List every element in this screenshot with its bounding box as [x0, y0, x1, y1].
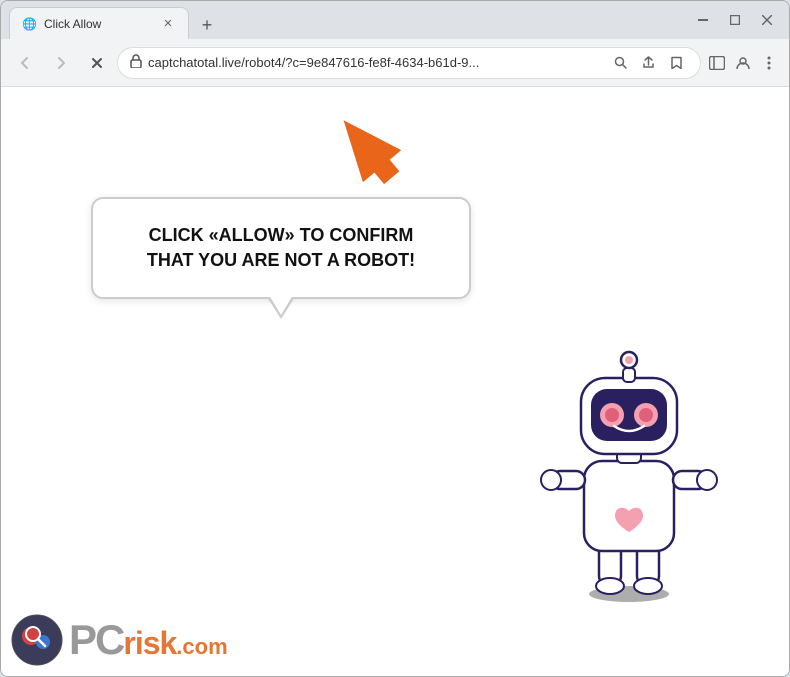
bookmark-icon[interactable] [664, 51, 688, 75]
sidebar-icon[interactable] [705, 51, 729, 75]
watermark-risk: risk [123, 627, 176, 659]
back-button[interactable] [9, 47, 41, 79]
window-controls [689, 6, 781, 34]
toolbar: captchatotal.live/robot4/?c=9e847616-fe8… [1, 39, 789, 87]
address-bar[interactable]: captchatotal.live/robot4/?c=9e847616-fe8… [117, 47, 701, 79]
new-tab-button[interactable]: + [193, 11, 221, 39]
close-button[interactable] [753, 6, 781, 34]
reload-button[interactable] [81, 47, 113, 79]
arrow-container [311, 97, 421, 202]
watermark-brand: PC risk .com [69, 619, 228, 661]
tab-favicon: 🌐 [22, 17, 36, 31]
share-icon[interactable] [636, 51, 660, 75]
robot-svg [529, 316, 729, 606]
search-icon[interactable] [608, 51, 632, 75]
robot-illustration [529, 316, 729, 596]
minimize-button[interactable] [689, 6, 717, 34]
watermark-logo [11, 614, 63, 666]
menu-icon[interactable] [757, 51, 781, 75]
watermark-domain: .com [176, 636, 227, 658]
tab-title: Click Allow [44, 17, 152, 31]
profile-icon[interactable] [731, 51, 755, 75]
bubble-text: CLICK «ALLOW» TO CONFIRM THAT YOU ARE NO… [123, 223, 439, 273]
watermark: PC risk .com [11, 614, 228, 666]
forward-button[interactable] [45, 47, 77, 79]
page-content: CLICK «ALLOW» TO CONFIRM THAT YOU ARE NO… [1, 87, 789, 676]
watermark-pc: PC [69, 619, 123, 661]
browser-window: 🌐 Click Allow ✕ + [0, 0, 790, 677]
orange-arrow-svg [311, 97, 421, 197]
maximize-button[interactable] [721, 6, 749, 34]
tabs-area: 🌐 Click Allow ✕ + [9, 1, 681, 39]
title-bar: 🌐 Click Allow ✕ + [1, 1, 789, 39]
address-bar-icons [608, 51, 688, 75]
url-text: captchatotal.live/robot4/?c=9e847616-fe8… [148, 55, 602, 70]
lock-icon [130, 54, 142, 71]
tab-close-button[interactable]: ✕ [160, 16, 176, 32]
active-tab[interactable]: 🌐 Click Allow ✕ [9, 7, 189, 39]
speech-bubble: CLICK «ALLOW» TO CONFIRM THAT YOU ARE NO… [91, 197, 471, 299]
toolbar-right [705, 51, 781, 75]
